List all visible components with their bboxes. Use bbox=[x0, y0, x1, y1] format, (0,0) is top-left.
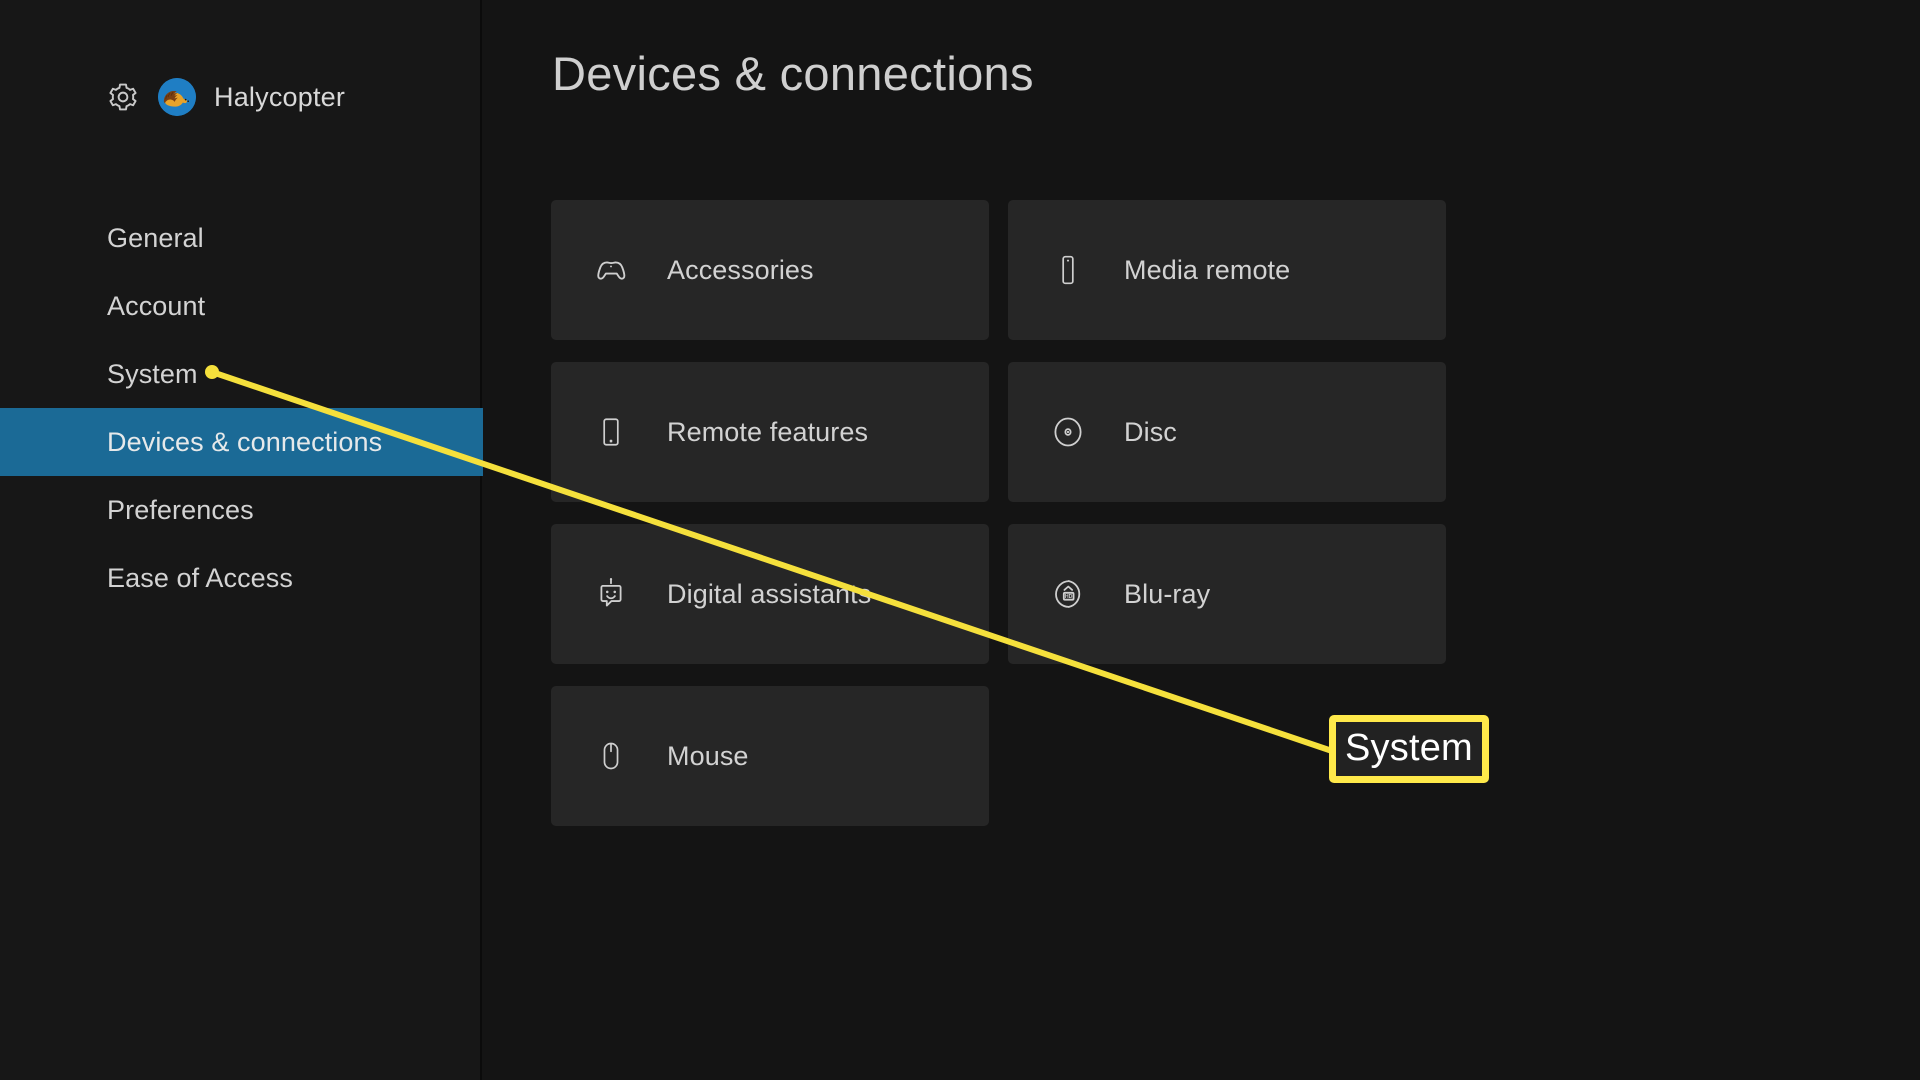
sidebar-item-ease-of-access[interactable]: Ease of Access bbox=[0, 544, 482, 612]
tile-media-remote[interactable]: Media remote bbox=[1008, 200, 1446, 340]
robot-icon bbox=[591, 574, 631, 614]
tile-label: Blu-ray bbox=[1124, 578, 1211, 609]
tile-label: Remote features bbox=[667, 416, 869, 447]
sidebar-item-label: Preferences bbox=[107, 494, 254, 525]
sidebar-item-account[interactable]: Account bbox=[0, 272, 482, 340]
bluray-hd-icon: HD bbox=[1048, 574, 1088, 614]
sidebar-item-label: Devices & connections bbox=[107, 426, 383, 457]
tile-label: Mouse bbox=[667, 740, 749, 771]
profile-name: Halycopter bbox=[214, 81, 346, 112]
tile-label: Media remote bbox=[1124, 254, 1291, 285]
main-content: Devices & connections Accessories Media … bbox=[482, 0, 1920, 1080]
svg-text:HD: HD bbox=[1065, 594, 1073, 600]
profile-row[interactable]: Halycopter bbox=[106, 78, 345, 116]
tile-remote-features[interactable]: Remote features bbox=[551, 362, 989, 502]
gear-icon[interactable] bbox=[106, 80, 140, 114]
sidebar-item-preferences[interactable]: Preferences bbox=[0, 476, 482, 544]
tile-mouse[interactable]: Mouse bbox=[551, 686, 989, 826]
tile-disc[interactable]: Disc bbox=[1008, 362, 1446, 502]
sidebar-nav: General Account System Devices & connect… bbox=[0, 204, 483, 612]
sidebar-item-label: System bbox=[107, 358, 198, 389]
sidebar-item-label: Ease of Access bbox=[107, 562, 293, 593]
tile-label: Accessories bbox=[667, 254, 814, 285]
sidebar-item-system[interactable]: System bbox=[0, 340, 482, 408]
remote-icon bbox=[1048, 250, 1088, 290]
device-tile-grid: Accessories Media remote Remote features… bbox=[551, 200, 1446, 826]
page-title: Devices & connections bbox=[552, 47, 1034, 100]
tile-label: Disc bbox=[1124, 416, 1177, 447]
sidebar-item-label: Account bbox=[107, 290, 206, 321]
sidebar-item-general[interactable]: General bbox=[0, 204, 482, 272]
mouse-icon bbox=[591, 736, 631, 776]
tile-digital-assistants[interactable]: Digital assistants bbox=[551, 524, 989, 664]
gamepad-icon bbox=[591, 250, 631, 290]
tile-blu-ray[interactable]: HD Blu-ray bbox=[1008, 524, 1446, 664]
sidebar-item-devices-and-connections[interactable]: Devices & connections bbox=[0, 408, 483, 476]
sidebar-item-label: General bbox=[107, 222, 204, 253]
disc-icon bbox=[1048, 412, 1088, 452]
tile-accessories[interactable]: Accessories bbox=[551, 200, 989, 340]
xbox-settings-screen: Halycopter General Account System Device… bbox=[0, 0, 1920, 1080]
phone-icon bbox=[591, 412, 631, 452]
avatar[interactable] bbox=[158, 78, 196, 116]
sidebar: Halycopter General Account System Device… bbox=[0, 0, 483, 1080]
tile-label: Digital assistants bbox=[667, 578, 872, 609]
